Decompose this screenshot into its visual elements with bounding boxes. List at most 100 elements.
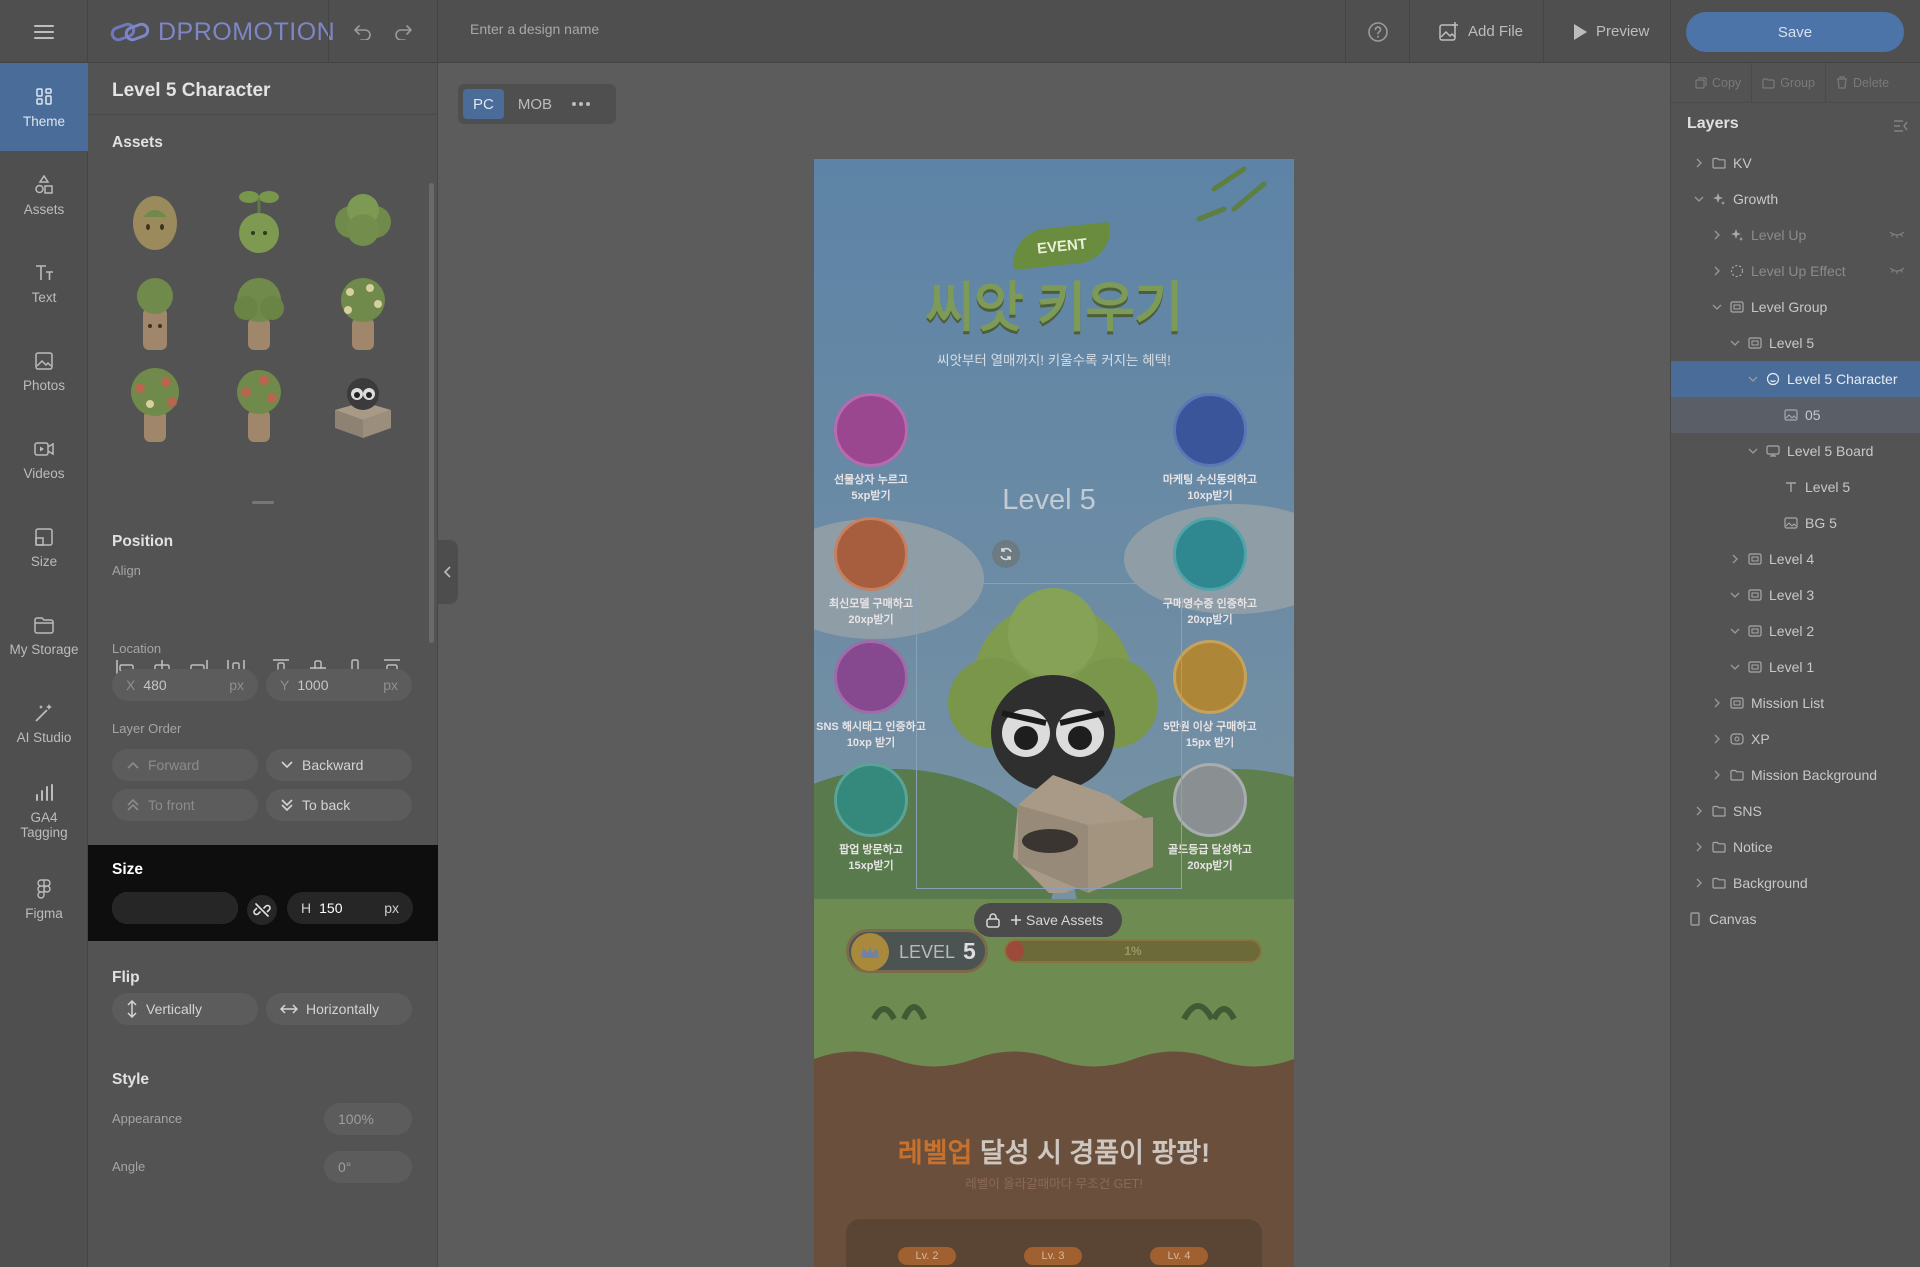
layer-item[interactable]: XP [1671, 721, 1920, 757]
copy-button[interactable]: Copy [1685, 62, 1753, 103]
asset-seed[interactable] [110, 175, 200, 265]
asset-flower-tree[interactable] [318, 269, 408, 359]
layer-item[interactable]: Canvas [1671, 901, 1920, 937]
chevron-down-icon[interactable] [1691, 191, 1707, 207]
chevron-down-icon[interactable] [1709, 299, 1725, 315]
chevron-down-icon[interactable] [1745, 443, 1761, 459]
save-assets-button[interactable]: Save Assets [1010, 912, 1103, 928]
rail-item-text[interactable]: Text [0, 239, 88, 327]
design-name-input[interactable]: Enter a design name [470, 21, 599, 37]
forward-button[interactable]: Forward [112, 749, 258, 781]
chevron-right-icon[interactable] [1691, 875, 1707, 891]
resize-grip[interactable] [252, 501, 274, 504]
rail-item-photos[interactable]: Photos [0, 327, 88, 415]
chevron-down-icon[interactable] [1727, 587, 1743, 603]
lock-ratio-button[interactable] [247, 895, 277, 925]
chevron-right-icon[interactable] [1709, 695, 1725, 711]
asset-fruit-tree[interactable] [110, 361, 200, 449]
flip-vertical-button[interactable]: Vertically [112, 993, 258, 1025]
eye-off-icon[interactable] [1889, 265, 1905, 275]
flip-horizontal-button[interactable]: Horizontally [266, 993, 412, 1025]
panel-scrollbar[interactable] [429, 183, 434, 643]
mission-right-1[interactable]: 마케팅 수신동의하고 10xp받기 [1152, 393, 1268, 503]
layer-item[interactable]: Mission Background [1671, 757, 1920, 793]
add-file-button[interactable]: Add File [1418, 0, 1545, 63]
menu-button[interactable] [0, 0, 88, 63]
asset-small-tree[interactable] [110, 269, 200, 359]
tab-pc[interactable]: PC [463, 89, 504, 119]
group-button[interactable]: Group [1752, 62, 1826, 103]
rail-item-ga4-tagging[interactable]: GA4 Tagging [0, 767, 88, 855]
layer-item[interactable]: Level 5 [1671, 469, 1920, 505]
asset-cat-box[interactable] [318, 361, 408, 449]
chevron-right-icon[interactable] [1691, 803, 1707, 819]
rail-item-size[interactable]: Size [0, 503, 88, 591]
backward-button[interactable]: Backward [266, 749, 412, 781]
layer-item[interactable]: Level 5 [1671, 325, 1920, 361]
delete-button[interactable]: Delete [1826, 63, 1899, 103]
chevron-right-icon[interactable] [1709, 227, 1725, 243]
layer-item[interactable]: Level Group [1671, 289, 1920, 325]
layer-item[interactable]: Level Up Effect [1671, 253, 1920, 289]
layer-item[interactable]: 05 [1671, 397, 1920, 433]
x-input[interactable]: X 480 px [112, 669, 258, 701]
angle-input[interactable]: 0° [324, 1151, 412, 1183]
to-front-button[interactable]: To front [112, 789, 258, 821]
chevron-down-icon[interactable] [1727, 335, 1743, 351]
rail-item-assets[interactable]: Assets [0, 151, 88, 239]
layer-item[interactable]: Level Up [1671, 217, 1920, 253]
asset-tree[interactable] [214, 269, 304, 359]
layer-item[interactable]: SNS [1671, 793, 1920, 829]
chevron-right-icon[interactable] [1727, 551, 1743, 567]
chevron-down-icon[interactable] [1745, 371, 1761, 387]
rail-item-figma[interactable]: Figma [0, 855, 88, 943]
asset-sprout[interactable] [214, 175, 304, 265]
help-button[interactable] [1345, 0, 1410, 63]
chevron-right-icon[interactable] [1709, 767, 1725, 783]
chevron-right-icon[interactable] [1709, 731, 1725, 747]
mission-left-3[interactable]: SNS 해시태그 인증하고 10xp 받기 [816, 640, 926, 750]
rail-item-my-storage[interactable]: My Storage [0, 591, 88, 679]
tab-more[interactable] [566, 89, 596, 119]
chevron-down-icon[interactable] [1727, 659, 1743, 675]
rail-item-videos[interactable]: Videos [0, 415, 88, 503]
undo-icon[interactable] [353, 24, 373, 40]
redo-icon[interactable] [393, 24, 413, 40]
layer-item[interactable]: KV [1671, 145, 1920, 181]
layer-item[interactable]: Notice [1671, 829, 1920, 865]
rail-item-theme[interactable]: Theme [0, 63, 88, 151]
tab-mob[interactable]: MOB [508, 89, 562, 119]
layer-item[interactable]: Level 5 Board [1671, 433, 1920, 469]
chevron-right-icon[interactable] [1691, 155, 1707, 171]
layer-item[interactable]: Level 3 [1671, 577, 1920, 613]
design-canvas[interactable]: EVENT 씨앗 키우기 씨앗부터 열매까지! 키울수록 커지는 혜택! Lev… [814, 159, 1294, 1267]
layer-item[interactable]: Background [1671, 865, 1920, 901]
lock-icon[interactable] [986, 912, 1000, 928]
appearance-input[interactable]: 100% [324, 1103, 412, 1135]
layer-item[interactable]: Level 4 [1671, 541, 1920, 577]
y-input[interactable]: Y 1000 px [266, 669, 412, 701]
collapse-all-icon[interactable] [1893, 119, 1909, 133]
to-back-button[interactable]: To back [266, 789, 412, 821]
layer-item[interactable]: Growth [1671, 181, 1920, 217]
selection-box[interactable] [916, 583, 1182, 889]
layer-item[interactable]: BG 5 [1671, 505, 1920, 541]
save-button[interactable]: Save [1686, 12, 1904, 52]
chevron-right-icon[interactable] [1691, 839, 1707, 855]
asset-apple-tree[interactable] [214, 361, 304, 449]
rotate-handle[interactable] [992, 540, 1020, 568]
eye-off-icon[interactable] [1889, 229, 1905, 239]
collapse-panel-button[interactable] [438, 540, 458, 604]
height-input[interactable]: H 150 px [287, 892, 413, 924]
logo[interactable]: DPROMOTION [110, 16, 335, 48]
asset-bush[interactable] [318, 175, 408, 265]
mission-left-4[interactable]: 팝업 방문하고 15xp받기 [818, 763, 924, 873]
layer-item[interactable]: Level 1 [1671, 649, 1920, 685]
layer-item[interactable]: Level 5 Character [1671, 361, 1920, 397]
chevron-right-icon[interactable] [1709, 263, 1725, 279]
layer-item[interactable]: Mission List [1671, 685, 1920, 721]
mission-left-1[interactable]: 선물상자 누르고 5xp받기 [818, 393, 924, 503]
mission-left-2[interactable]: 최신모델 구매하고 20xp받기 [818, 517, 924, 627]
chevron-down-icon[interactable] [1727, 623, 1743, 639]
rail-item-ai-studio[interactable]: AI Studio [0, 679, 88, 767]
